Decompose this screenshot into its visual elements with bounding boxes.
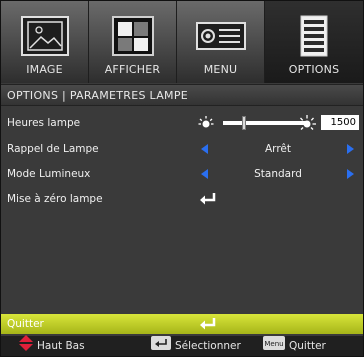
- enter-key-icon: [151, 335, 171, 357]
- bright-sun-icon: [297, 114, 317, 139]
- tab-afficher[interactable]: AFFICHER: [89, 1, 177, 83]
- up-down-arrows-icon: [19, 334, 33, 357]
- row-lamp-reset[interactable]: Mise à zéro lampe: [1, 189, 363, 209]
- quit-row[interactable]: Quitter: [1, 314, 363, 334]
- menu-key-icon: Menu: [263, 335, 285, 357]
- left-arrow-icon[interactable]: [201, 144, 208, 154]
- dim-sun-icon: [197, 114, 215, 139]
- lamp-reminder-label: Rappel de Lampe: [7, 143, 99, 155]
- tab-menu[interactable]: MENU: [177, 1, 265, 83]
- projector-icon: [195, 13, 246, 59]
- tab-bar: IMAGE AFFICHER MENU OPTIONS: [1, 1, 363, 83]
- lamp-reset-label: Mise à zéro lampe: [7, 193, 103, 205]
- lamp-hours-label: Heures lampe: [7, 117, 81, 129]
- lamp-hours-value: 1500: [321, 115, 359, 130]
- tab-label: AFFICHER: [104, 63, 161, 76]
- lamp-reminder-value: Arrêt: [265, 143, 291, 155]
- brightness-mode-label: Mode Lumineux: [7, 168, 91, 180]
- left-arrow-icon[interactable]: [201, 169, 208, 179]
- lamp-hours-slider[interactable]: [223, 121, 307, 125]
- tab-label: OPTIONS: [288, 63, 340, 76]
- tab-options[interactable]: OPTIONS: [265, 1, 363, 83]
- help-updown-label: Haut Bas: [37, 340, 85, 352]
- display-icon: [108, 13, 158, 59]
- menu-key-label: Menu: [264, 340, 283, 348]
- brightness-mode-value: Standard: [254, 168, 302, 180]
- row-lamp-reminder[interactable]: Rappel de Lampe Arrêt: [1, 139, 363, 159]
- osd-menu: IMAGE AFFICHER MENU OPTIONS OPTIONS | PA…: [0, 0, 364, 357]
- right-arrow-icon[interactable]: [347, 144, 354, 154]
- page-title: OPTIONS | PARAMETRES LAMPE: [1, 84, 363, 106]
- slider-handle[interactable]: [242, 116, 246, 130]
- help-select: Sélectionner: [151, 335, 241, 357]
- help-select-label: Sélectionner: [175, 340, 241, 352]
- enter-icon[interactable]: [199, 192, 217, 213]
- row-lamp-hours[interactable]: Heures lampe 1500: [1, 113, 363, 133]
- tab-label: IMAGE: [26, 63, 63, 76]
- help-updown: Haut Bas: [19, 334, 85, 357]
- tab-label: MENU: [203, 63, 238, 76]
- right-arrow-icon[interactable]: [347, 169, 354, 179]
- picture-frame-icon: [20, 13, 70, 59]
- help-quit-label: Quitter: [289, 340, 326, 352]
- tab-image[interactable]: IMAGE: [1, 1, 89, 83]
- help-quit: Menu Quitter: [263, 335, 326, 357]
- options-list-icon: [289, 13, 339, 59]
- quit-label: Quitter: [7, 318, 44, 330]
- row-brightness-mode[interactable]: Mode Lumineux Standard: [1, 164, 363, 184]
- help-bar: Haut Bas Sélectionner Menu Quitter: [1, 334, 363, 357]
- enter-icon[interactable]: [199, 317, 217, 338]
